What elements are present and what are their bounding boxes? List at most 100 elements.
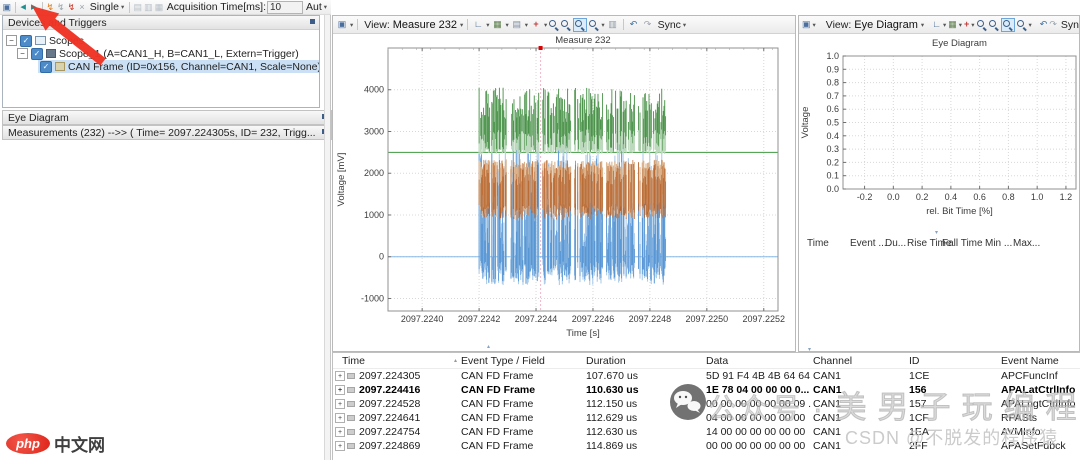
cell-data[interactable]: 04 00 00 00 00 00 00 bbox=[704, 411, 811, 425]
cell-id[interactable]: 1CE bbox=[907, 369, 999, 384]
col-header-event-type[interactable]: Event Type / Field bbox=[459, 353, 584, 369]
view-selector[interactable]: Measure 232 bbox=[393, 19, 457, 31]
col-header-duration[interactable]: Duration bbox=[584, 353, 704, 369]
mini-col-header[interactable]: Min ... bbox=[985, 238, 1012, 249]
cell-channel[interactable]: CAN1 bbox=[811, 369, 907, 384]
measure-chart[interactable]: 2097.22402097.22422097.22442097.22462097… bbox=[333, 34, 795, 352]
col-header-data[interactable]: Data bbox=[704, 353, 811, 369]
cell-event-type[interactable]: CAN FD Frame bbox=[459, 383, 584, 397]
cell-id[interactable]: 157 bbox=[907, 397, 999, 411]
dock-view-icon[interactable]: ▣ bbox=[336, 19, 348, 31]
mini-col-header[interactable]: Event ... bbox=[850, 238, 887, 249]
tree-item-scope1[interactable]: − ✓ Scope_1 (A=CAN1_H, B=CAN1_L, Extern=… bbox=[3, 47, 319, 60]
nav-forward-icon[interactable]: ▸ bbox=[29, 1, 39, 13]
col-header-event-name[interactable]: Event Name bbox=[999, 353, 1080, 369]
auto-dropdown[interactable]: Aut ▾ bbox=[304, 1, 329, 13]
table-row[interactable]: +2097.224869CAN FD Frame114.869 us00 00 … bbox=[333, 439, 1080, 453]
axis-icon[interactable]: ∟ bbox=[472, 19, 484, 31]
table-row[interactable]: +2097.224305CAN FD Frame107.670 us5D 91 … bbox=[333, 369, 1080, 384]
acquisition-time-input[interactable] bbox=[267, 1, 303, 14]
cell-duration[interactable]: 114.869 us bbox=[584, 439, 704, 453]
mini-col-header[interactable]: Du... bbox=[885, 238, 906, 249]
cell-channel[interactable]: CAN1 bbox=[811, 383, 907, 397]
table-row[interactable]: +2097.224641CAN FD Frame112.629 us04 00 … bbox=[333, 411, 1080, 425]
cell-duration[interactable]: 112.629 us bbox=[584, 411, 704, 425]
expand-icon[interactable]: + bbox=[335, 441, 345, 451]
dock-view-icon[interactable]: ▣ bbox=[802, 19, 811, 31]
view-selector[interactable]: Eye Diagram bbox=[854, 19, 918, 31]
trigger-stop-icon[interactable]: × bbox=[77, 1, 87, 13]
zoom-region-selected[interactable] bbox=[573, 18, 587, 32]
table-row[interactable]: +2097.224528CAN FD Frame112.150 us00 00 … bbox=[333, 397, 1080, 411]
cell-id[interactable]: 156 bbox=[907, 383, 999, 397]
cell-duration[interactable]: 112.630 us bbox=[584, 425, 704, 439]
window-icon[interactable]: ▣ bbox=[2, 1, 12, 13]
col-header-channel[interactable]: Channel bbox=[811, 353, 907, 369]
zoom-in-icon[interactable] bbox=[549, 20, 559, 30]
legend-icon[interactable]: ▤ bbox=[511, 19, 523, 31]
cell-data[interactable]: 00 00 00 00 00 00 09 ... bbox=[704, 397, 811, 411]
snapshot-icon[interactable]: ▥ bbox=[144, 1, 154, 13]
table-row[interactable]: +2097.224754CAN FD Frame112.630 us14 00 … bbox=[333, 425, 1080, 439]
collapse-icon[interactable]: − bbox=[6, 35, 17, 46]
sync-dropdown[interactable]: Sync ▾ bbox=[1059, 19, 1079, 31]
eye-diagram-chart[interactable]: -0.20.00.20.40.60.81.01.20.00.10.20.30.4… bbox=[799, 34, 1079, 234]
axis-icon[interactable]: ∟ bbox=[932, 19, 941, 31]
screenshot-icon[interactable]: ▥ bbox=[607, 19, 619, 31]
cell-duration[interactable]: 110.630 us bbox=[584, 383, 704, 397]
cell-data[interactable]: 1E 78 04 00 00 00 0... bbox=[704, 383, 811, 397]
pin-icon[interactable] bbox=[310, 19, 315, 24]
cell-event-type[interactable]: CAN FD Frame bbox=[459, 397, 584, 411]
grid-icon[interactable]: ▦ bbox=[492, 19, 504, 31]
nav-back-icon[interactable]: ◂ bbox=[18, 1, 28, 13]
zoom-in-icon[interactable] bbox=[977, 20, 987, 30]
col-header-time[interactable]: Time▴ bbox=[333, 353, 459, 369]
collapse-icon[interactable]: − bbox=[17, 48, 28, 59]
cell-event-name[interactable]: APALngtCtrlInfo bbox=[999, 397, 1080, 411]
vertical-splitter[interactable] bbox=[324, 15, 331, 460]
zoom-fit-icon[interactable] bbox=[589, 20, 599, 30]
zoom-region-selected[interactable] bbox=[1001, 18, 1015, 32]
cell-duration[interactable]: 107.670 us bbox=[584, 369, 704, 384]
cell-event-name[interactable]: APALatCtrlInfo bbox=[999, 383, 1080, 397]
expand-icon[interactable]: + bbox=[335, 427, 345, 437]
splitter-collapse-icon[interactable]: ▾ bbox=[935, 230, 938, 236]
cell-event-name[interactable]: APASetFdbck bbox=[999, 439, 1080, 453]
expand-icon[interactable]: + bbox=[335, 385, 345, 395]
zoom-out-icon[interactable] bbox=[561, 20, 571, 30]
measurements-section-header[interactable]: Measurements (232) -->> ( Time= 2097.224… bbox=[2, 125, 332, 140]
cursor-marker-icon[interactable]: + bbox=[530, 19, 542, 31]
eye-diagram-section-header[interactable]: Eye Diagram bbox=[2, 110, 332, 125]
trigger-force-icon[interactable]: ↯ bbox=[67, 1, 77, 13]
scopes-checkbox[interactable]: ✓ bbox=[20, 35, 32, 47]
splitter-collapse-icon[interactable]: ▴ bbox=[487, 344, 490, 350]
cell-event-type[interactable]: CAN FD Frame bbox=[459, 411, 584, 425]
cell-id[interactable]: 1CF bbox=[907, 411, 999, 425]
cell-event-name[interactable]: RPASts bbox=[999, 411, 1080, 425]
cell-time[interactable]: +2097.224869 bbox=[333, 439, 459, 453]
mini-col-header[interactable]: Time bbox=[807, 238, 829, 249]
cell-event-type[interactable]: CAN FD Frame bbox=[459, 425, 584, 439]
expand-icon[interactable]: + bbox=[335, 413, 345, 423]
expand-icon[interactable]: + bbox=[335, 371, 345, 381]
cell-time[interactable]: +2097.224305 bbox=[333, 369, 459, 384]
cell-channel[interactable]: CAN1 bbox=[811, 439, 907, 453]
redo-icon[interactable]: ↷ bbox=[1049, 19, 1057, 31]
cell-time[interactable]: +2097.224528 bbox=[333, 397, 459, 411]
export-icon[interactable]: ▦ bbox=[154, 1, 164, 13]
sync-dropdown[interactable]: Sync ▾ bbox=[656, 19, 689, 31]
cursor-marker-icon[interactable]: + bbox=[964, 19, 969, 31]
cell-duration[interactable]: 112.150 us bbox=[584, 397, 704, 411]
devices-header[interactable]: Devices and Triggers bbox=[3, 16, 319, 30]
zoom-out-icon[interactable] bbox=[989, 20, 999, 30]
cell-channel[interactable]: CAN1 bbox=[811, 411, 907, 425]
splitter-collapse-icon[interactable]: ▾ bbox=[808, 347, 811, 353]
cell-id[interactable]: 1EA bbox=[907, 425, 999, 439]
copy-icon[interactable]: ▤ bbox=[133, 1, 143, 13]
cell-event-type[interactable]: CAN FD Frame bbox=[459, 369, 584, 384]
table-row[interactable]: +2097.224416CAN FD Frame110.630 us1E 78 … bbox=[333, 383, 1080, 397]
tree-item-scopes[interactable]: − ✓ Scopes bbox=[3, 34, 319, 47]
undo-icon[interactable]: ↶ bbox=[628, 19, 640, 31]
cell-time[interactable]: +2097.224641 bbox=[333, 411, 459, 425]
cell-data[interactable]: 14 00 00 00 00 00 00 bbox=[704, 425, 811, 439]
